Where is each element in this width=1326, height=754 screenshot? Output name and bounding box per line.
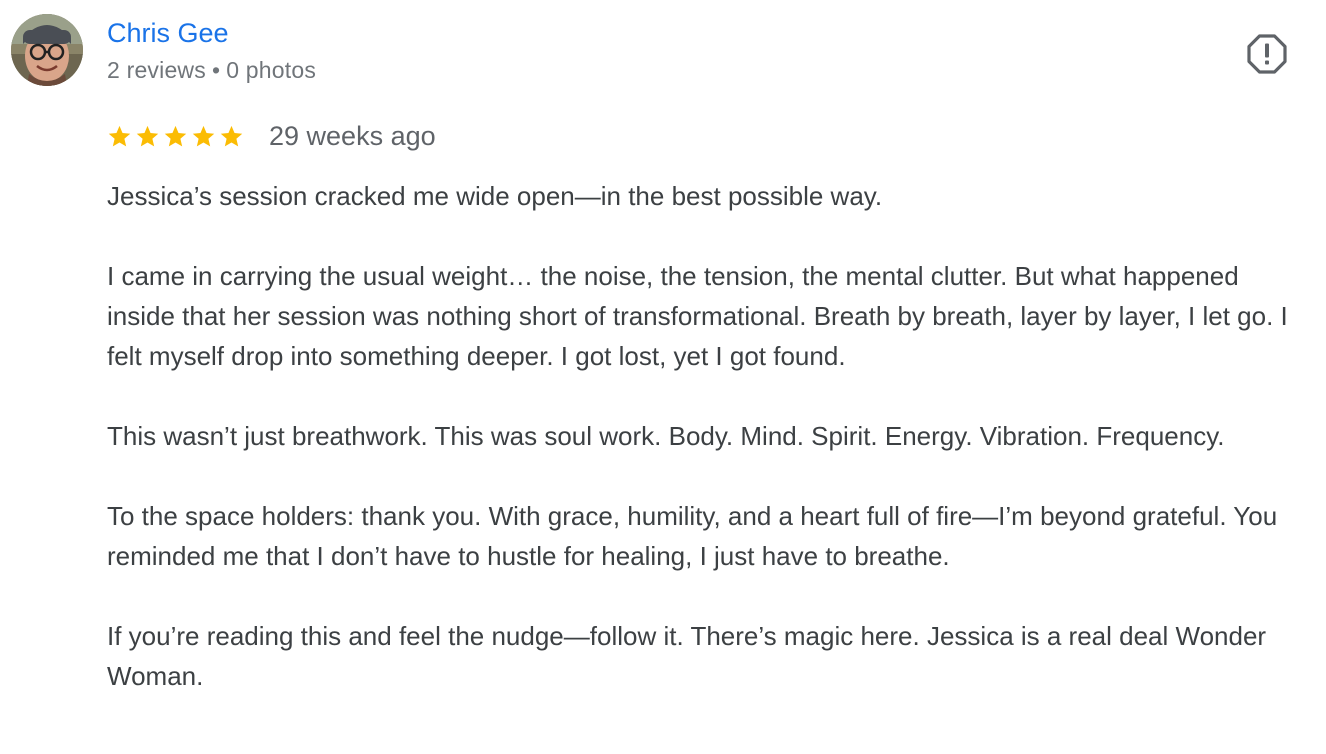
meta-separator: • (211, 57, 221, 83)
rating-row: 29 weeks ago (107, 118, 436, 154)
star-icon (107, 124, 132, 149)
review-paragraph: To the space holders: thank you. With gr… (107, 501, 1278, 571)
review-paragraph: If you’re reading this and feel the nudg… (107, 621, 1267, 691)
review-card: Chris Gee 2 reviews • 0 photos 29 weeks ag… (0, 0, 1326, 754)
star-icon (163, 124, 188, 149)
review-date: 29 weeks ago (269, 121, 436, 151)
author-meta: 2 reviews • 0 photos (107, 56, 316, 84)
review-text: Jessica’s session cracked me wide open—i… (107, 176, 1297, 696)
report-review-button[interactable] (1246, 33, 1288, 75)
author-avatar[interactable] (11, 14, 83, 86)
star-icon (135, 124, 160, 149)
star-icon (219, 124, 244, 149)
user-avatar-photo-icon (11, 14, 83, 86)
author-name[interactable]: Chris Gee (107, 16, 229, 50)
flag-report-icon (1247, 34, 1287, 74)
photos-count: 0 photos (226, 57, 317, 83)
reviews-count: 2 reviews (107, 57, 206, 83)
review-paragraph: Jessica’s session cracked me wide open—i… (107, 181, 883, 211)
star-rating (107, 124, 244, 149)
review-paragraph: This wasn’t just breathwork. This was so… (107, 421, 1225, 451)
review-paragraph: I came in carrying the usual weight… the… (107, 261, 1288, 371)
star-icon (191, 124, 216, 149)
